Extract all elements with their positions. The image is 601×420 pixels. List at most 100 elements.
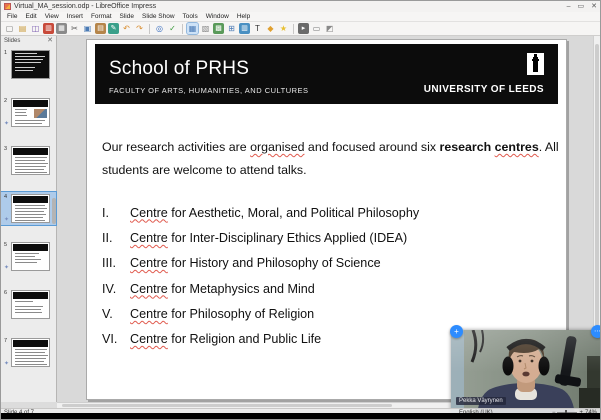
slide-thumbnail-4[interactable]: 4✦ bbox=[1, 192, 56, 225]
slide-thumbnail-preview bbox=[11, 50, 50, 79]
slide-thumbnail-6[interactable]: 6 bbox=[1, 288, 56, 321]
list-item-text: Centre for Aesthetic, Moral, and Politic… bbox=[130, 206, 419, 220]
toolbar-separator bbox=[293, 24, 294, 34]
standard-toolbar: ▢▤◫▥▦✂▣▤✎↶↷◎✓▦▧▩⊞▥T◆★▸▭◩ bbox=[1, 22, 600, 36]
slide-thumbnail-preview bbox=[11, 146, 50, 175]
list-item-centre-3: III.Centre for History and Philosophy of… bbox=[102, 251, 560, 276]
slide-thumbnail-5[interactable]: 5✦ bbox=[1, 240, 56, 273]
slide-thumbnail-preview bbox=[11, 242, 50, 271]
menu-item-slide-show[interactable]: Slide Show bbox=[138, 12, 179, 22]
slide-thumbnail-1[interactable]: 1 bbox=[1, 48, 56, 81]
slide-number-label: 6 bbox=[4, 290, 7, 296]
insert-chart-icon[interactable]: ▥ bbox=[239, 23, 250, 34]
display-grid-icon[interactable]: ▦ bbox=[187, 23, 198, 34]
menu-item-slide[interactable]: Slide bbox=[116, 12, 138, 22]
find-replace-icon[interactable]: ◎ bbox=[154, 23, 165, 34]
close-button[interactable]: ✕ bbox=[591, 1, 597, 12]
research-centres-list: I.Centre for Aesthetic, Moral, and Polit… bbox=[102, 200, 560, 352]
save-icon[interactable]: ◫ bbox=[30, 23, 41, 34]
list-numeral: III. bbox=[102, 256, 130, 270]
leeds-logo-icon bbox=[527, 53, 544, 80]
export-pdf-icon[interactable]: ▥ bbox=[43, 23, 54, 34]
title-bar[interactable]: Virtual_MA_session.odp - LibreOffice Imp… bbox=[1, 1, 600, 12]
slide-header-banner: School of PRHS FACULTY OF ARTS, HUMANITI… bbox=[95, 44, 558, 104]
maximize-button[interactable]: ▭ bbox=[578, 1, 585, 12]
slides-panel-scrollbar[interactable] bbox=[52, 198, 56, 224]
basic-shapes-icon[interactable]: ◆ bbox=[265, 23, 276, 34]
start-slideshow-icon[interactable]: ▸ bbox=[298, 23, 309, 34]
menu-item-edit[interactable]: Edit bbox=[21, 12, 40, 22]
toolbar-separator bbox=[182, 24, 183, 34]
slide-thumbnail-preview bbox=[11, 338, 50, 367]
list-numeral: I. bbox=[102, 206, 130, 220]
overlay-add-button[interactable]: + bbox=[450, 325, 463, 338]
slide-transition-icon: ✦ bbox=[4, 360, 9, 367]
misspelled-word: organised bbox=[250, 140, 304, 154]
menu-bar: FileEditViewInsertFormatSlideSlide ShowT… bbox=[1, 12, 600, 22]
print-icon[interactable]: ▦ bbox=[56, 23, 67, 34]
slide-transition-icon: ✦ bbox=[4, 216, 9, 223]
slide-thumbnail-2[interactable]: 2✦ bbox=[1, 96, 56, 129]
spelling-icon[interactable]: ✓ bbox=[167, 23, 178, 34]
menu-item-window[interactable]: Window bbox=[202, 12, 233, 22]
slides-panel-close-icon[interactable]: ✕ bbox=[47, 36, 53, 45]
slide-number-label: 2 bbox=[4, 98, 7, 104]
slide-number-label: 7 bbox=[4, 338, 7, 344]
list-numeral: V. bbox=[102, 307, 130, 321]
list-item-text: Centre for Philosophy of Religion bbox=[130, 307, 314, 321]
slide-transition-icon: ✦ bbox=[4, 120, 9, 127]
menu-item-file[interactable]: File bbox=[3, 12, 21, 22]
slide-thumbnail-preview bbox=[11, 290, 50, 319]
slides-panel-title: Slides bbox=[4, 38, 20, 44]
list-numeral: IV. bbox=[102, 282, 130, 296]
undo-icon[interactable]: ↶ bbox=[121, 23, 132, 34]
slide-thumbnail-7[interactable]: 7✦ bbox=[1, 336, 56, 369]
cut-icon[interactable]: ✂ bbox=[69, 23, 80, 34]
impress-app-icon bbox=[4, 3, 11, 10]
slide-number-label: 1 bbox=[4, 50, 7, 56]
menu-item-insert[interactable]: Insert bbox=[63, 12, 87, 22]
slide-thumbnail-list: 12✦34✦5✦67✦ bbox=[1, 45, 56, 369]
slide-number-label: 5 bbox=[4, 242, 7, 248]
list-item-centre-5: V.Centre for Philosophy of Religion bbox=[102, 301, 560, 326]
window-title: Virtual_MA_session.odp - LibreOffice Imp… bbox=[14, 3, 156, 10]
slide-transition-icon: ✦ bbox=[4, 264, 9, 271]
slide-number-label: 4 bbox=[4, 194, 7, 200]
insert-table-icon[interactable]: ⊞ bbox=[226, 23, 237, 34]
copy-icon[interactable]: ▣ bbox=[82, 23, 93, 34]
libreoffice-impress-window: Virtual_MA_session.odp - LibreOffice Imp… bbox=[0, 0, 601, 420]
leeds-logo-text: UNIVERSITY OF LEEDS bbox=[424, 84, 544, 95]
list-item-centre-1: I.Centre for Aesthetic, Moral, and Polit… bbox=[102, 200, 560, 225]
slide-thumbnail-preview bbox=[11, 98, 50, 127]
display-views-icon[interactable]: ◩ bbox=[324, 23, 335, 34]
minimize-button[interactable]: – bbox=[567, 1, 571, 12]
slide-intro-paragraph: Our research activities are organised an… bbox=[102, 136, 560, 182]
paste-icon[interactable]: ▤ bbox=[95, 23, 106, 34]
slide-thumbnail-3[interactable]: 3 bbox=[1, 144, 56, 177]
insert-image-icon[interactable]: ▩ bbox=[213, 23, 224, 34]
menu-item-view[interactable]: View bbox=[41, 12, 63, 22]
star-shapes-icon[interactable]: ★ bbox=[278, 23, 289, 34]
snap-guides-icon[interactable]: ▧ bbox=[200, 23, 211, 34]
clone-formatting-icon[interactable]: ✎ bbox=[108, 23, 119, 34]
menu-item-format[interactable]: Format bbox=[87, 12, 116, 22]
redo-icon[interactable]: ↷ bbox=[134, 23, 145, 34]
new-document-icon[interactable]: ▢ bbox=[4, 23, 15, 34]
list-item-text: Centre for Metaphysics and Mind bbox=[130, 282, 315, 296]
list-item-text: Centre for History and Philosophy of Sci… bbox=[130, 256, 381, 270]
slides-panel: Slides ✕ 12✦34✦5✦67✦ bbox=[1, 36, 57, 402]
menu-item-tools[interactable]: Tools bbox=[179, 12, 202, 22]
slide-subtitle: FACULTY OF ARTS, HUMANITIES, AND CULTURE… bbox=[109, 86, 309, 95]
insert-textbox-icon[interactable]: T bbox=[252, 23, 263, 34]
list-numeral: VI. bbox=[102, 332, 130, 346]
overlay-more-options-button[interactable]: ⋯ bbox=[591, 325, 601, 338]
master-slide-icon[interactable]: ▭ bbox=[311, 23, 322, 34]
list-item-centre-4: IV.Centre for Metaphysics and Mind bbox=[102, 276, 560, 301]
open-folder-icon[interactable]: ▤ bbox=[17, 23, 28, 34]
list-item-centre-2: II.Centre for Inter-Disciplinary Ethics … bbox=[102, 225, 560, 250]
menu-item-help[interactable]: Help bbox=[233, 12, 254, 22]
webcam-overlay[interactable]: Pekka Väyrynen + ⋯ bbox=[451, 330, 601, 414]
list-item-text: Centre for Inter-Disciplinary Ethics App… bbox=[130, 231, 407, 245]
slide-number-label: 3 bbox=[4, 146, 7, 152]
misspelled-word: centres bbox=[495, 140, 539, 154]
